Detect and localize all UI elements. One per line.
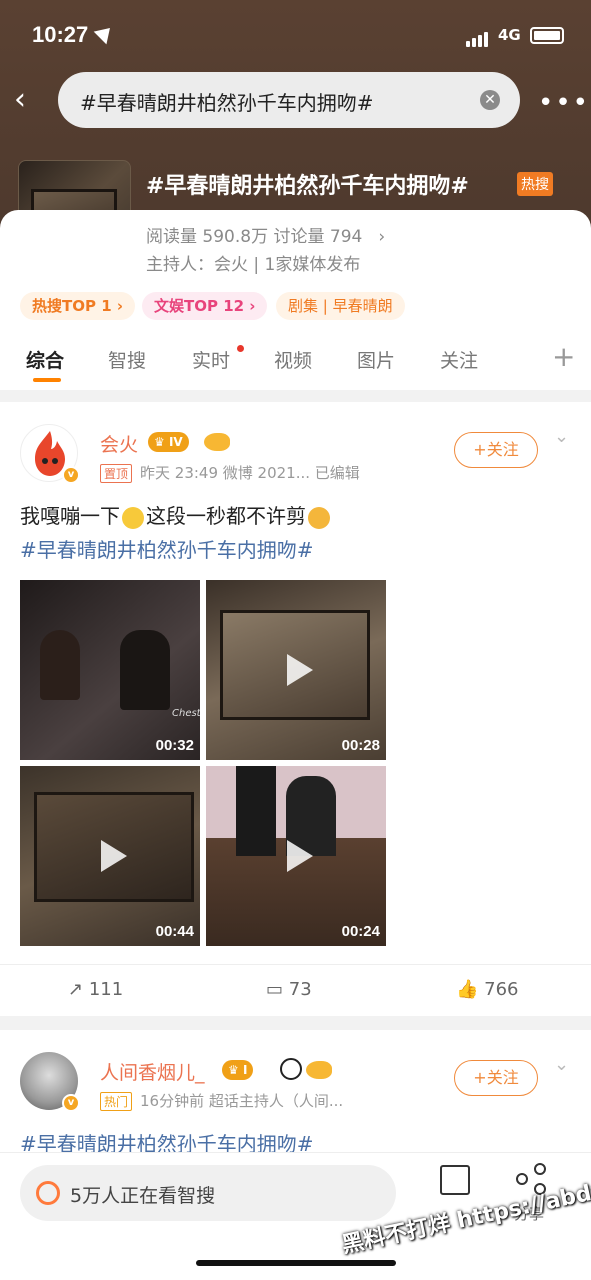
more-icon[interactable]: •••	[538, 88, 590, 118]
post-actions: ↗ 111 ▭ 73 👍 766	[0, 964, 591, 1016]
back-icon[interactable]: ‹	[14, 82, 44, 118]
tab-active-indicator	[33, 378, 61, 382]
fish-badge-icon	[204, 433, 230, 451]
repost-icon: ↗	[68, 979, 84, 1000]
tab-video[interactable]: 视频	[274, 346, 312, 373]
tongue-emoji-icon	[308, 506, 330, 529]
panda-badge-icon	[280, 1058, 302, 1080]
smart-search-text: 5万人正在看智搜	[70, 1185, 216, 1207]
post-username[interactable]: 人间香烟儿_	[100, 1058, 205, 1085]
thumbs-up-icon: 👍	[456, 979, 479, 1000]
tab-following[interactable]: 关注	[440, 346, 478, 373]
user-level-text: I	[242, 1063, 248, 1077]
play-icon	[281, 652, 313, 688]
video-thumbnail[interactable]: 00:24	[206, 766, 386, 946]
pinned-badge: 置顶	[100, 464, 133, 483]
post-text: 我嘎嘣一下 这段一秒都不许剪	[20, 500, 332, 532]
comment-button[interactable]: ▭ 73	[266, 979, 312, 1000]
tab-pictures[interactable]: 图片	[357, 346, 395, 373]
video-thumbnail[interactable]: 00:44	[20, 766, 200, 946]
video-duration: 00:28	[341, 737, 380, 754]
battery-icon	[530, 27, 564, 44]
network-label: 4G	[498, 26, 521, 44]
status-time: 10:27	[32, 22, 89, 47]
signal-icon	[466, 28, 490, 47]
user-level-badge: ♛ IV	[148, 432, 189, 452]
edit-icon[interactable]	[440, 1165, 470, 1195]
like-count: 766	[484, 979, 519, 1000]
topic-stats[interactable]: 阅读量 590.8万 讨论量 794 ›	[146, 222, 385, 247]
video-duration: 00:24	[341, 923, 380, 940]
topic-title: #早春晴朗井柏然孙千车内拥吻#	[146, 174, 469, 199]
search-input[interactable]: #早春晴朗井柏然孙千车内拥吻# ✕	[58, 72, 520, 128]
verified-icon: v	[62, 466, 80, 484]
chip-hot-rank[interactable]: 热搜TOP 1 ›	[20, 292, 136, 320]
post-meta: 置顶 昨天 23:49 微博 2021... 已编辑	[100, 462, 360, 483]
fish-badge-icon	[306, 1061, 332, 1079]
hot-post-badge: 热门	[100, 1092, 133, 1111]
status-bar: 10:27 4G	[0, 0, 591, 60]
video-thumbnail[interactable]: 00:28	[206, 580, 386, 760]
follow-button[interactable]: +关注	[454, 432, 538, 468]
comment-icon: ▭	[266, 979, 284, 1000]
post-username[interactable]: 会火	[100, 430, 138, 457]
tab-comprehensive[interactable]: 综合	[26, 346, 64, 373]
verified-icon: v	[62, 1094, 80, 1112]
search-query: #早春晴朗井柏然孙千车内拥吻#	[80, 91, 374, 115]
smart-search-input[interactable]: 5万人正在看智搜	[20, 1165, 396, 1221]
pray-emoji-icon	[122, 506, 144, 529]
smart-search-icon	[36, 1181, 60, 1205]
location-arrow-icon	[93, 21, 117, 45]
repost-count: 111	[88, 979, 124, 1000]
post-time: 16分钟前 超话主持人（人间...	[140, 1092, 344, 1110]
chip-drama[interactable]: 剧集 | 早春晴朗	[276, 292, 405, 320]
chevron-down-icon[interactable]: ⌄	[554, 1054, 569, 1075]
add-tab-icon[interactable]: +	[552, 340, 575, 373]
video-duration: 00:32	[155, 737, 194, 754]
play-icon	[281, 838, 313, 874]
tab-bar: 综合 智搜 实时 视频 图片 关注	[0, 340, 591, 386]
unread-dot	[237, 345, 244, 352]
video-duration: 00:44	[155, 923, 194, 940]
topic-stats-text: 阅读量 590.8万 讨论量 794	[146, 227, 363, 247]
user-level-text: IV	[168, 435, 183, 449]
video-watermark: Chest	[172, 708, 200, 719]
chevron-down-icon[interactable]: ⌄	[554, 426, 569, 447]
post-text-part-1: 我嘎嘣一下	[20, 504, 120, 528]
comment-count: 73	[288, 979, 312, 1000]
video-thumbnail[interactable]: Chest 00:32	[20, 580, 200, 760]
home-indicator	[196, 1260, 396, 1266]
post-hashtag[interactable]: #早春晴朗井柏然孙千车内拥吻#	[20, 534, 314, 563]
post-meta: 热门 16分钟前 超话主持人（人间...	[100, 1090, 343, 1111]
hot-badge: 热搜	[517, 172, 553, 196]
chevron-right-icon: ›	[378, 227, 386, 247]
follow-button[interactable]: +关注	[454, 1060, 538, 1096]
play-icon	[95, 838, 127, 874]
user-level-badge: ♛ I	[222, 1060, 254, 1080]
repost-button[interactable]: ↗ 111	[68, 979, 123, 1000]
topic-host: 主持人：会火 | 1家媒体发布	[146, 255, 361, 275]
chip-ent-rank[interactable]: 文娱TOP 12 ›	[142, 292, 268, 320]
clear-icon[interactable]: ✕	[480, 90, 500, 110]
tab-smart-search[interactable]: 智搜	[108, 346, 146, 373]
post-text-part-2: 这段一秒都不许剪	[146, 504, 306, 528]
like-button[interactable]: 👍 766	[456, 979, 519, 1000]
post-time: 昨天 23:49 微博 2021... 已编辑	[140, 464, 360, 482]
tab-realtime[interactable]: 实时	[192, 346, 230, 373]
